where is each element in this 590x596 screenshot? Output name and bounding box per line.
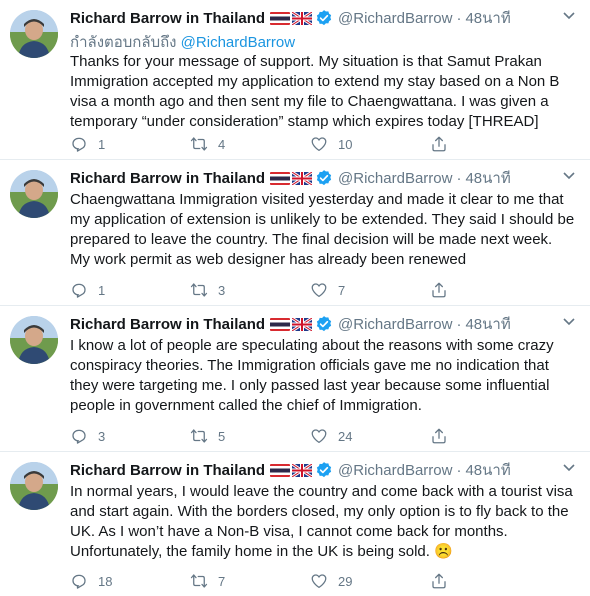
thai-flag-icon xyxy=(270,317,291,331)
like-count: 29 xyxy=(338,573,353,589)
reply-icon xyxy=(72,574,86,589)
reply-button[interactable]: 1 xyxy=(70,281,190,299)
chevron-down-icon[interactable] xyxy=(562,317,576,327)
reply-prefix: กำลังตอบกลับถึง xyxy=(70,34,177,51)
retweet-count: 4 xyxy=(218,136,226,152)
chevron-down-icon[interactable] xyxy=(562,11,576,21)
share-button[interactable] xyxy=(430,427,550,445)
heart-icon xyxy=(311,137,327,152)
verified-badge-icon xyxy=(316,10,332,26)
avatar[interactable] xyxy=(10,462,58,510)
reply-count: 1 xyxy=(98,282,106,298)
heart-icon xyxy=(311,283,327,298)
retweet-count: 5 xyxy=(218,428,226,444)
author-handle[interactable]: @RichardBarrow xyxy=(338,316,452,333)
share-button[interactable] xyxy=(430,281,550,299)
tweet-actions: 1 4 10 xyxy=(70,135,550,153)
tweet-time[interactable]: 48นาที xyxy=(465,312,510,336)
tweet[interactable]: Richard Barrow in Thailand @RichardBarro… xyxy=(0,306,590,452)
heart-icon xyxy=(311,429,327,444)
author-handle[interactable]: @RichardBarrow xyxy=(338,10,452,27)
like-button[interactable]: 10 xyxy=(310,135,430,153)
reply-count: 18 xyxy=(98,573,113,589)
verified-badge-icon xyxy=(316,316,332,332)
author-name[interactable]: Richard Barrow in Thailand xyxy=(70,462,265,479)
separator-dot: · xyxy=(456,461,462,479)
avatar[interactable] xyxy=(10,10,58,58)
chevron-down-icon[interactable] xyxy=(562,463,576,473)
reply-button[interactable]: 1 xyxy=(70,135,190,153)
share-icon xyxy=(432,136,446,152)
tweet-actions: 18 7 29 xyxy=(70,572,550,590)
tweet-text: Thanks for your message of support. My s… xyxy=(70,53,560,130)
author-name[interactable]: Richard Barrow in Thailand xyxy=(70,10,265,27)
retweet-button[interactable]: 4 xyxy=(190,135,310,153)
reply-mention-link[interactable]: @RichardBarrow xyxy=(181,34,295,51)
author-name[interactable]: Richard Barrow in Thailand xyxy=(70,170,265,187)
tweet-time[interactable]: 48นาที xyxy=(465,6,510,30)
avatar[interactable] xyxy=(10,316,58,364)
heart-icon xyxy=(311,574,327,589)
author-handle[interactable]: @RichardBarrow xyxy=(338,462,452,479)
thai-flag-icon xyxy=(270,11,291,25)
retweet-count: 3 xyxy=(218,282,226,298)
tweet-time[interactable]: 48นาที xyxy=(465,166,510,190)
like-count: 10 xyxy=(338,136,353,152)
reply-icon xyxy=(72,429,86,444)
reply-count: 1 xyxy=(98,136,106,152)
retweet-button[interactable]: 3 xyxy=(190,281,310,299)
like-button[interactable]: 24 xyxy=(310,427,430,445)
like-count: 7 xyxy=(338,282,346,298)
share-button[interactable] xyxy=(430,572,550,590)
tweet[interactable]: Richard Barrow in Thailand @RichardBarro… xyxy=(0,452,590,596)
like-count: 24 xyxy=(338,428,353,444)
tweet-text: Chaengwattana Immigration visited yester… xyxy=(70,191,575,268)
tweet-actions: 1 3 7 xyxy=(70,281,550,299)
like-button[interactable]: 29 xyxy=(310,572,430,590)
retweet-icon xyxy=(190,574,208,588)
verified-badge-icon xyxy=(316,462,332,478)
verified-badge-icon xyxy=(316,170,332,186)
thai-flag-icon xyxy=(270,463,291,477)
retweet-button[interactable]: 7 xyxy=(190,572,310,590)
author-handle[interactable]: @RichardBarrow xyxy=(338,170,452,187)
reply-context: กำลังตอบกลับถึง @RichardBarrow xyxy=(70,30,576,51)
tweet[interactable]: Richard Barrow in Thailand @RichardBarro… xyxy=(0,0,590,160)
uk-flag-icon xyxy=(292,463,313,477)
retweet-icon xyxy=(190,137,208,151)
reply-button[interactable]: 18 xyxy=(70,572,190,590)
share-button[interactable] xyxy=(430,135,550,153)
timeline: Richard Barrow in Thailand @RichardBarro… xyxy=(0,0,590,596)
share-icon xyxy=(432,428,446,444)
avatar[interactable] xyxy=(10,170,58,218)
tweet-text: In normal years, I would leave the count… xyxy=(70,483,573,560)
reply-button[interactable]: 3 xyxy=(70,427,190,445)
uk-flag-icon xyxy=(292,317,313,331)
retweet-button[interactable]: 5 xyxy=(190,427,310,445)
reply-icon xyxy=(72,283,86,298)
share-icon xyxy=(432,282,446,298)
tweet-time[interactable]: 48นาที xyxy=(465,458,510,482)
separator-dot: · xyxy=(456,315,462,333)
tweet[interactable]: Richard Barrow in Thailand @RichardBarro… xyxy=(0,160,590,306)
separator-dot: · xyxy=(456,9,462,27)
retweet-icon xyxy=(190,429,208,443)
like-button[interactable]: 7 xyxy=(310,281,430,299)
reply-icon xyxy=(72,137,86,152)
author-name[interactable]: Richard Barrow in Thailand xyxy=(70,316,265,333)
tweet-text: I know a lot of people are speculating a… xyxy=(70,337,554,414)
uk-flag-icon xyxy=(292,11,313,25)
tweet-actions: 3 5 24 xyxy=(70,427,550,445)
retweet-icon xyxy=(190,283,208,297)
chevron-down-icon[interactable] xyxy=(562,171,576,181)
retweet-count: 7 xyxy=(218,573,226,589)
share-icon xyxy=(432,573,446,589)
thai-flag-icon xyxy=(270,171,291,185)
separator-dot: · xyxy=(456,169,462,187)
reply-count: 3 xyxy=(98,428,106,444)
uk-flag-icon xyxy=(292,171,313,185)
